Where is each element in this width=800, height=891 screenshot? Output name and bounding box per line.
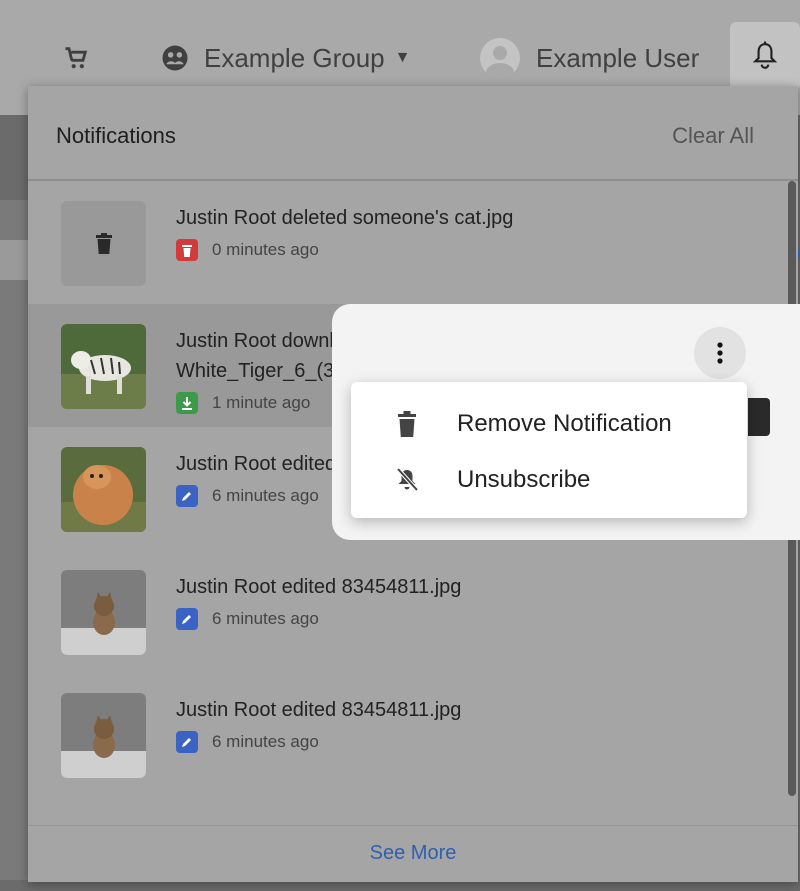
clear-all-button[interactable]: Clear All	[672, 123, 754, 149]
notification-item[interactable]: Justin Root edited 83454811.jpg 6 minute…	[28, 673, 786, 796]
kitten-thumbnail	[61, 570, 146, 655]
more-options-button[interactable]	[694, 327, 746, 379]
group-selector[interactable]: Example Group ▼	[160, 38, 411, 78]
remove-notification-menu-item[interactable]: Remove Notification	[351, 396, 747, 452]
notification-time: 6 minutes ago	[212, 732, 319, 751]
notifications-button[interactable]	[730, 22, 800, 90]
caret-down-icon: ▼	[394, 49, 411, 66]
notification-item[interactable]: Justin Root deleted someone's cat.jpg 0 …	[28, 181, 786, 304]
group-icon	[162, 45, 188, 71]
download-badge-icon	[176, 392, 198, 414]
bell-icon	[752, 41, 778, 69]
bell-off-icon	[395, 466, 419, 494]
unsubscribe-menu-item[interactable]: Unsubscribe	[351, 452, 747, 508]
notification-time: 6 minutes ago	[212, 609, 319, 628]
menu-item-label: Unsubscribe	[457, 466, 591, 493]
edit-badge-icon	[176, 608, 198, 630]
group-name: Example Group	[204, 42, 385, 73]
trash-icon	[395, 410, 419, 438]
kitten-thumbnail	[61, 693, 146, 778]
delete-badge-icon	[176, 239, 198, 261]
pomeranian-thumbnail	[61, 447, 146, 532]
edit-badge-icon	[176, 485, 198, 507]
notification-item[interactable]: Justin Root edited 83454811.jpg 6 minute…	[28, 550, 786, 673]
user-name: Example User	[536, 42, 700, 73]
cart-button[interactable]	[62, 38, 90, 78]
avatar	[480, 38, 520, 78]
notification-time: 0 minutes ago	[212, 240, 319, 259]
notification-time: 6 minutes ago	[212, 486, 319, 505]
see-more-link[interactable]: See More	[28, 842, 798, 865]
cart-icon	[65, 47, 88, 69]
notification-time: 1 minute ago	[212, 393, 311, 412]
notification-text: Justin Root deleted someone's cat.jpg	[176, 207, 514, 229]
menu-item-label: Remove Notification	[457, 410, 672, 437]
trash-icon	[95, 232, 112, 254]
notification-context-menu: Remove Notification Unsubscribe	[351, 382, 747, 518]
user-menu[interactable]: Example User	[480, 38, 699, 78]
edit-badge-icon	[176, 731, 198, 753]
white-tiger-thumbnail	[61, 324, 146, 409]
notifications-header: Notifications Clear All	[28, 86, 798, 181]
see-more-bar: See More	[28, 825, 798, 882]
more-vert-icon	[717, 342, 723, 364]
tooltip-edge	[748, 398, 770, 436]
panel-title: Notifications	[56, 123, 176, 148]
notification-text: Justin Root edited 83454811.jpg	[176, 576, 462, 598]
notification-text: Justin Root edited 83454811.jpg	[176, 699, 462, 721]
deleted-file-thumbnail	[61, 201, 146, 286]
